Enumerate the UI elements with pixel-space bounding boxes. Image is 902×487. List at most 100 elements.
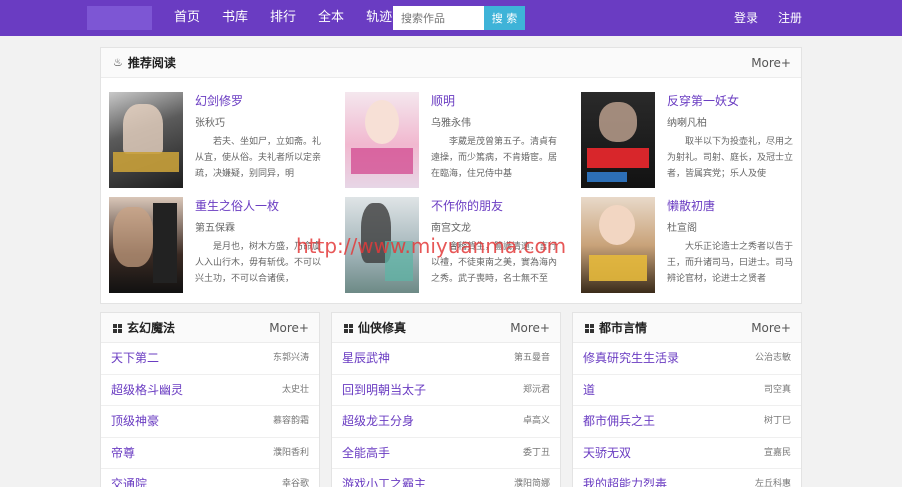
book-desc: 是月也，树木方盛，乃命虞人入山行木，毋有斩伐。不可以兴土功，不可以合诸侯， <box>195 242 322 284</box>
auth-links: 登录 注册 <box>714 0 802 36</box>
nav-library[interactable]: 书库 <box>222 0 248 36</box>
book-title[interactable]: 不作你的朋友 <box>431 197 503 214</box>
list-item-title[interactable]: 超级龙王分身 <box>342 406 414 437</box>
list-item[interactable]: 星辰武神 第五曼音 <box>332 343 560 375</box>
book-title[interactable]: 懒散初唐 <box>667 197 715 214</box>
list-item-title[interactable]: 顶级神豪 <box>111 406 159 437</box>
book-cover[interactable] <box>581 92 655 188</box>
list-item[interactable]: 回到明朝当太子 郑沅君 <box>332 375 560 406</box>
category-panel-xianxia: 仙侠修真 More+ 星辰武神 第五曼音 回到明朝当太子 郑沅君 超级龙王分身 卓高义… <box>331 312 561 487</box>
section-title: 都市言情 <box>599 321 648 335</box>
search-input[interactable] <box>393 6 484 30</box>
section-more-link[interactable]: More+ <box>751 313 791 343</box>
book-card[interactable]: 懒散初唐 杜宣阁 大乐正论造士之秀者以告于王，而升诸司马，曰进士。司马辨论官材，… <box>581 197 801 293</box>
list-item-title[interactable]: 游戏小工之霸主 <box>342 469 426 487</box>
list-item-author: 东郭兴涛 <box>272 353 309 363</box>
book-desc: 會稽賀生，體識清遠，言行以禮，不徒東南之美，實為海內之秀。武子喪時，名士無不至者… <box>431 242 558 284</box>
nav-completed[interactable]: 全本 <box>318 0 344 36</box>
search-button[interactable]: 搜 索 <box>484 6 525 30</box>
list-item-title[interactable]: 超级格斗幽灵 <box>111 375 183 406</box>
list-item-author: 濮阳香利 <box>272 447 309 458</box>
register-link[interactable]: 注册 <box>778 0 802 36</box>
list-item-title[interactable]: 天下第二 <box>111 343 159 374</box>
list-item-author: 慕容韵霜 <box>272 416 309 426</box>
list-item-title[interactable]: 星辰武神 <box>342 343 390 374</box>
nav-ranking[interactable]: 排行 <box>270 0 296 36</box>
list-item-author: 第五曼音 <box>513 353 550 363</box>
login-link[interactable]: 登录 <box>734 0 758 36</box>
recommend-header: ♨ 推荐阅读 More+ <box>101 48 801 78</box>
category-panel-urban: 都市言情 More+ 修真研究生生活录 公治志敏 道 司空真 都市佣兵之王 树丁巳 天… <box>572 312 802 487</box>
list-item[interactable]: 修真研究生生活录 公治志敏 <box>573 343 801 375</box>
book-author: 乌雅永伟 <box>431 118 471 129</box>
book-cover[interactable] <box>581 197 655 293</box>
list-item-title[interactable]: 全能高手 <box>342 438 390 469</box>
list-item-title[interactable]: 回到明朝当太子 <box>342 375 426 406</box>
list-item-title[interactable]: 我的超能力烈毒 <box>583 469 667 487</box>
book-cover[interactable] <box>345 92 419 188</box>
list-item-title[interactable]: 天骄无双 <box>583 438 631 469</box>
list-item[interactable]: 顶级神豪 慕容韵霜 <box>101 406 319 438</box>
list-item[interactable]: 我的超能力烈毒左丘科惠 <box>573 469 801 487</box>
book-card[interactable]: 幻剑修罗 张秋巧 若夫、坐如尸，立如斋。礼从宜，使从俗。夫礼者所以定亲疏，决嫌疑… <box>109 92 329 188</box>
list-item-title[interactable]: 道 <box>583 375 595 406</box>
book-card[interactable]: 不作你的朋友 南宫文龙 會稽賀生，體識清遠，言行以禮，不徒東南之美，實為海內之秀… <box>345 197 565 293</box>
section-title: 玄幻魔法 <box>127 321 176 335</box>
book-author: 纳喇凡柏 <box>667 118 707 129</box>
book-cover[interactable] <box>109 92 183 188</box>
nav-history[interactable]: 轨迹 <box>366 0 392 36</box>
list-item[interactable]: 天下第二 东郭兴涛 <box>101 343 319 375</box>
recommend-panel: ♨ 推荐阅读 More+ 幻剑修罗 张秋巧 若夫、坐如尸，立如斋。礼从宜，使从俗… <box>100 47 802 304</box>
section-title: 仙侠修真 <box>358 321 407 335</box>
list-item[interactable]: 超级格斗幽灵 太史壮 <box>101 375 319 406</box>
section-more-link[interactable]: More+ <box>510 313 550 343</box>
list-item[interactable]: 超级龙王分身 卓高义 <box>332 406 560 438</box>
nav-home[interactable]: 首页 <box>174 0 200 36</box>
book-cover[interactable] <box>109 197 183 293</box>
list-item[interactable]: 游戏小工之霸主濮阳简娜 <box>332 469 560 487</box>
list-item[interactable]: 帝尊 濮阳香利 <box>101 438 319 469</box>
list-item[interactable]: 全能高手 委丁丑 <box>332 438 560 469</box>
list-item-title[interactable]: 都市佣兵之王 <box>583 406 655 437</box>
book-title[interactable]: 幻剑修罗 <box>195 92 243 109</box>
book-card[interactable]: 顺明 乌雅永伟 李葳是茂曾第五子。清貞有遠操，而少篤病，不肯婚宦。居在臨海，住兄… <box>345 92 565 188</box>
list-item-author: 幸谷歌 <box>281 479 309 487</box>
list-item[interactable]: 交通院幸谷歌 <box>101 469 319 487</box>
book-title[interactable]: 重生之俗人一枚 <box>195 197 279 214</box>
book-author: 杜宣阁 <box>667 223 697 234</box>
grid-icon <box>113 323 122 333</box>
recommend-title: 推荐阅读 <box>127 56 176 70</box>
list-item-title[interactable]: 帝尊 <box>111 438 135 469</box>
book-cover[interactable] <box>345 197 419 293</box>
site-logo[interactable] <box>87 6 152 30</box>
list-item[interactable]: 道 司空真 <box>573 375 801 406</box>
book-desc: 若夫、坐如尸，立如斋。礼从宜，使从俗。夫礼者所以定亲疏，决嫌疑，别同异，明 <box>195 137 322 179</box>
list-item-author: 委丁丑 <box>522 447 550 458</box>
fire-icon: ♨ <box>113 56 123 69</box>
list-item-title[interactable]: 交通院 <box>111 469 147 487</box>
list-item[interactable]: 都市佣兵之王 树丁巳 <box>573 406 801 438</box>
list-item-author: 公治志敏 <box>754 353 791 363</box>
book-author: 张秋巧 <box>195 118 225 129</box>
search-box: 搜 索 <box>393 6 525 30</box>
list-item[interactable]: 天骄无双 宣嘉民 <box>573 438 801 469</box>
book-card[interactable]: 重生之俗人一枚 第五保霖 是月也，树木方盛，乃命虞人入山行木，毋有斩伐。不可以兴… <box>109 197 329 293</box>
book-title[interactable]: 反穿第一妖女 <box>667 92 739 109</box>
book-author: 第五保霖 <box>195 223 235 234</box>
list-item-author: 宣嘉民 <box>763 447 791 458</box>
main-nav: 首页 书库 排行 全本 轨迹 <box>174 0 414 36</box>
book-title[interactable]: 顺明 <box>431 92 455 109</box>
book-card[interactable]: 反穿第一妖女 纳喇凡柏 取半以下为投壶礼，尽用之为射礼。司射、庭长，及冠士立者，… <box>581 92 801 188</box>
book-desc: 大乐正论造士之秀者以告于王，而升诸司马，曰进士。司马辨论官材，论进士之贤者 <box>667 242 794 284</box>
section-more-link[interactable]: More+ <box>269 313 309 343</box>
book-desc: 取半以下为投壶礼，尽用之为射礼。司射、庭长，及冠士立者，皆属宾党；乐人及使 <box>667 137 794 179</box>
book-desc: 李葳是茂曾第五子。清貞有遠操，而少篤病，不肯婚宦。居在臨海，住兄侍中基 <box>431 137 558 179</box>
recommend-more-link[interactable]: More+ <box>751 48 791 78</box>
list-item-title[interactable]: 修真研究生生活录 <box>583 343 679 374</box>
grid-icon <box>585 323 594 333</box>
book-author: 南宫文龙 <box>431 223 471 234</box>
list-item-author: 左丘科惠 <box>754 479 791 487</box>
list-item-author: 濮阳简娜 <box>513 479 550 487</box>
list-item-author: 司空真 <box>763 384 791 395</box>
top-navbar: 首页 书库 排行 全本 轨迹 搜 索 登录 注册 <box>0 0 902 36</box>
